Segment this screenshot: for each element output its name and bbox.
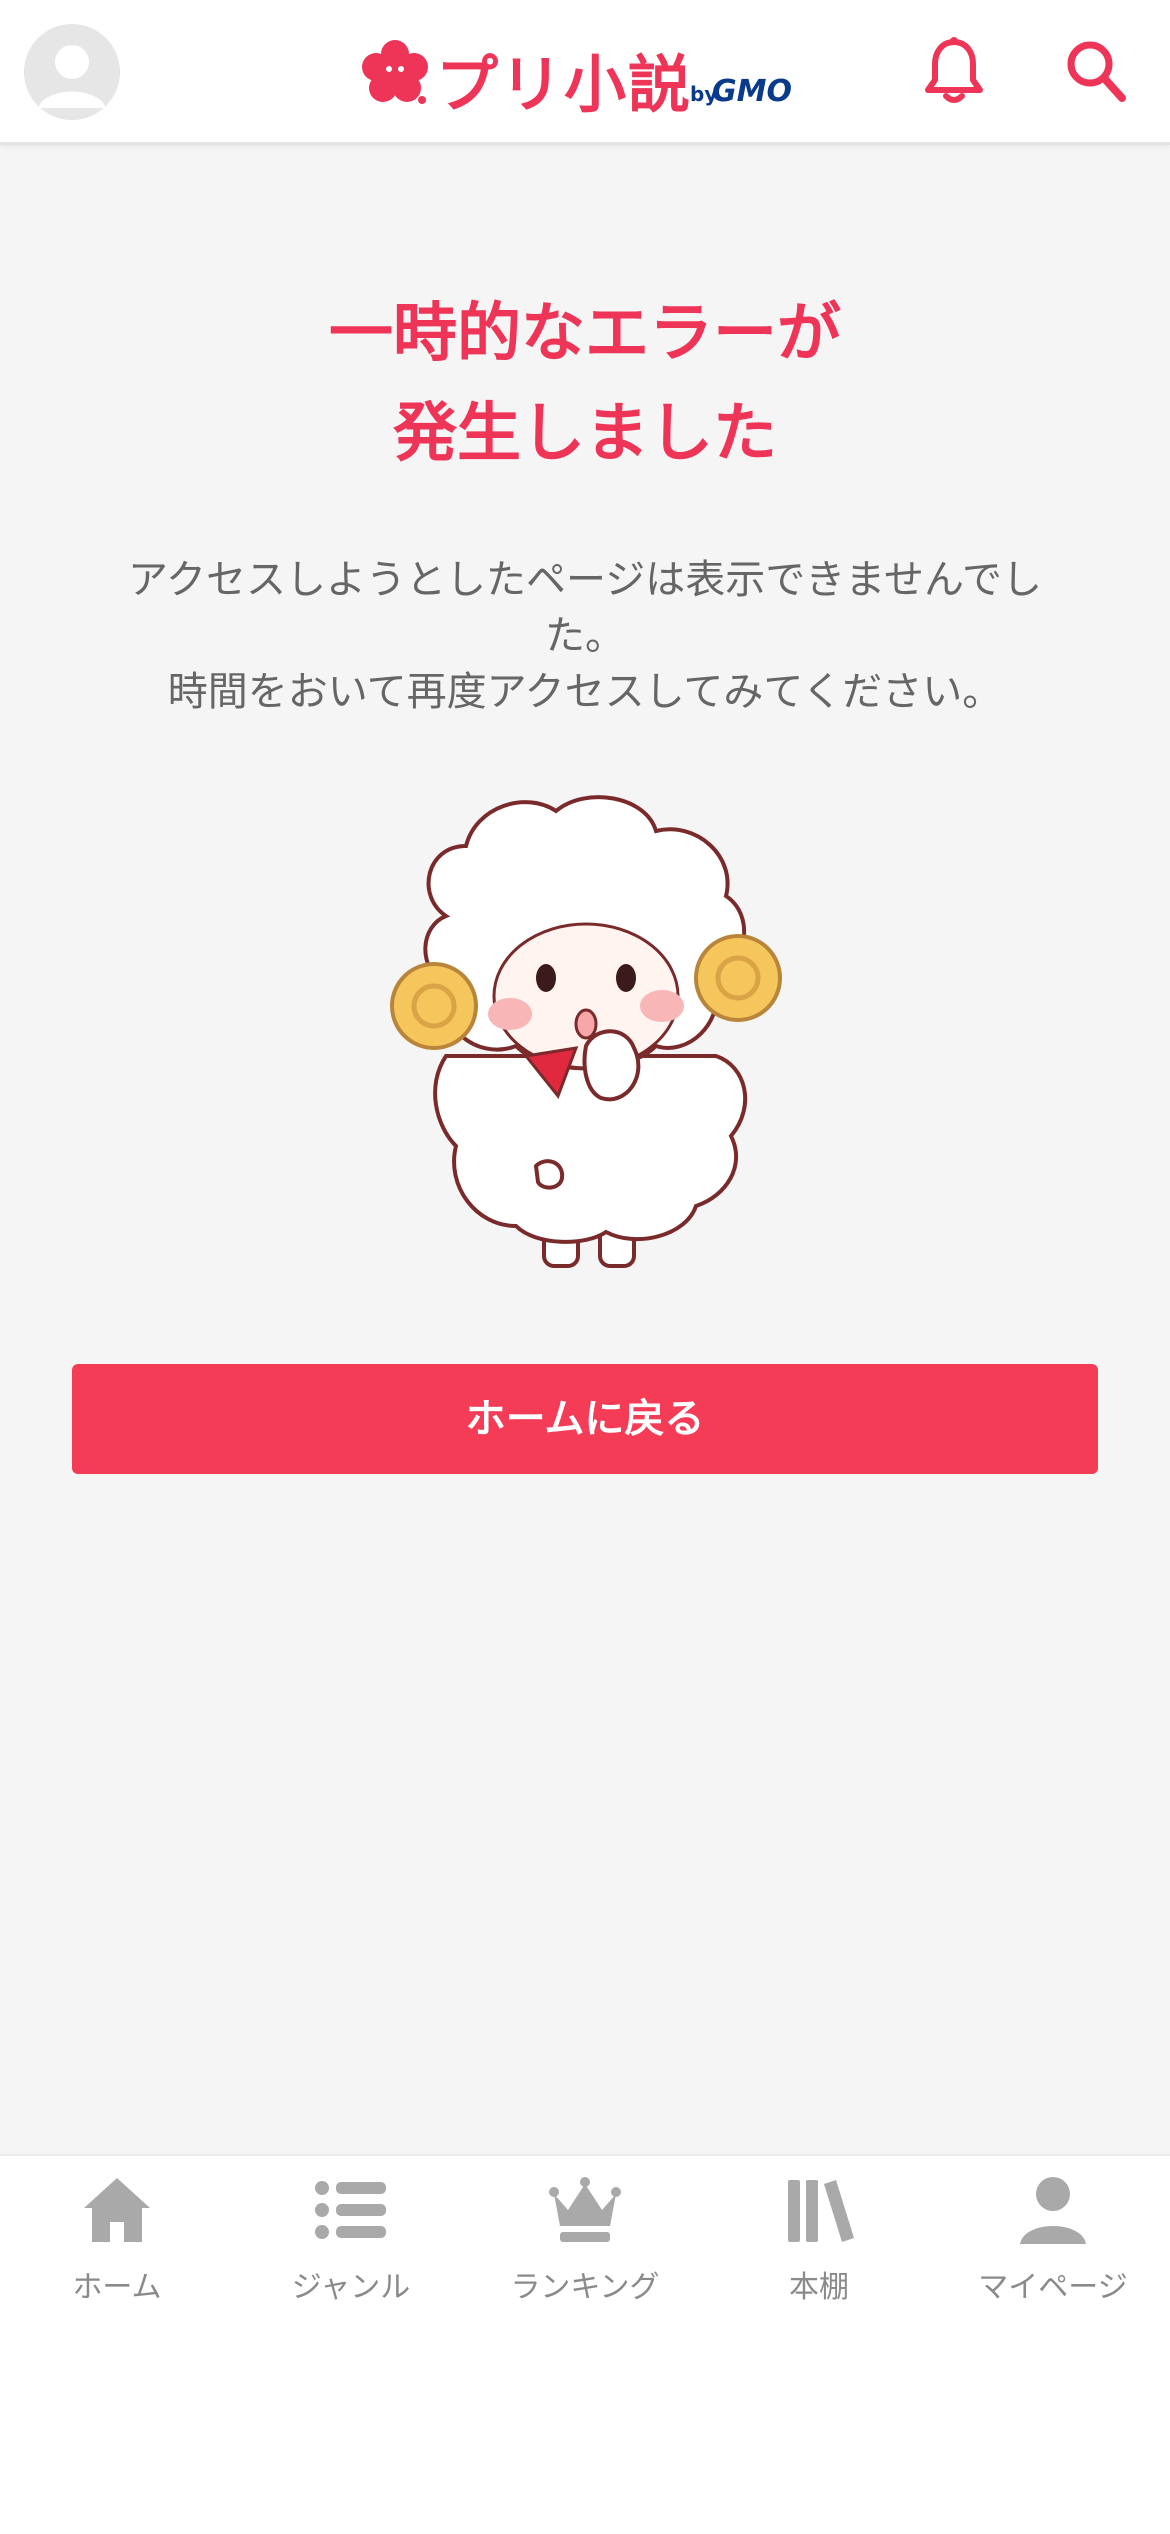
- bookshelf-icon: [788, 2180, 854, 2242]
- tab-bookshelf[interactable]: 本棚: [702, 2156, 936, 2316]
- error-message-line1: アクセスしようとしたページは表示できませんでし: [128, 557, 1042, 603]
- error-message-line2: た。: [545, 613, 625, 659]
- tab-home[interactable]: ホーム: [0, 2156, 234, 2316]
- tab-genre[interactable]: ジャンル: [234, 2156, 468, 2316]
- back-to-home-button[interactable]: ホームに戻る: [72, 1364, 1098, 1474]
- bell-icon[interactable]: [922, 36, 986, 106]
- app-logo[interactable]: プリ小説 by GMO: [356, 30, 816, 121]
- error-title: 一時的なエラーが 発生しました: [0, 284, 1170, 484]
- sheep-mascot-illustration: [390, 795, 782, 1268]
- crown-icon: [549, 2177, 621, 2242]
- logo-gmo-text: GMO: [712, 74, 792, 109]
- tab-mypage[interactable]: マイページ: [936, 2156, 1170, 2316]
- tab-ranking-label: ランキング: [510, 2270, 660, 2305]
- error-message-line3: 時間をおいて再度アクセスしてみてください。: [167, 669, 1003, 715]
- tab-mypage-label: マイページ: [978, 2270, 1128, 2305]
- home-icon: [84, 2178, 150, 2242]
- tab-home-label: ホーム: [72, 2270, 162, 2305]
- error-message: アクセスしようとしたページは表示できませんでし た。 時間をおいて再度アクセスし…: [100, 552, 1070, 720]
- flower-logo-icon: [362, 40, 428, 104]
- user-avatar-icon[interactable]: [24, 24, 120, 120]
- list-icon: [315, 2181, 386, 2239]
- tab-bookshelf-label: 本棚: [789, 2270, 849, 2305]
- tab-ranking[interactable]: ランキング: [468, 2156, 702, 2316]
- error-title-line1: 一時的なエラーが: [329, 297, 841, 371]
- logo-text: プリ小説: [436, 48, 693, 121]
- person-icon: [1020, 2177, 1086, 2244]
- error-title-line2: 発生しました: [393, 397, 777, 471]
- bottom-tab-bar: ホーム ジャンル ランキング 本棚 マイページ: [0, 2154, 1170, 2534]
- tab-genre-label: ジャンル: [291, 2270, 411, 2305]
- search-icon[interactable]: [1064, 38, 1128, 104]
- app-header: プリ小説 by GMO: [0, 0, 1170, 145]
